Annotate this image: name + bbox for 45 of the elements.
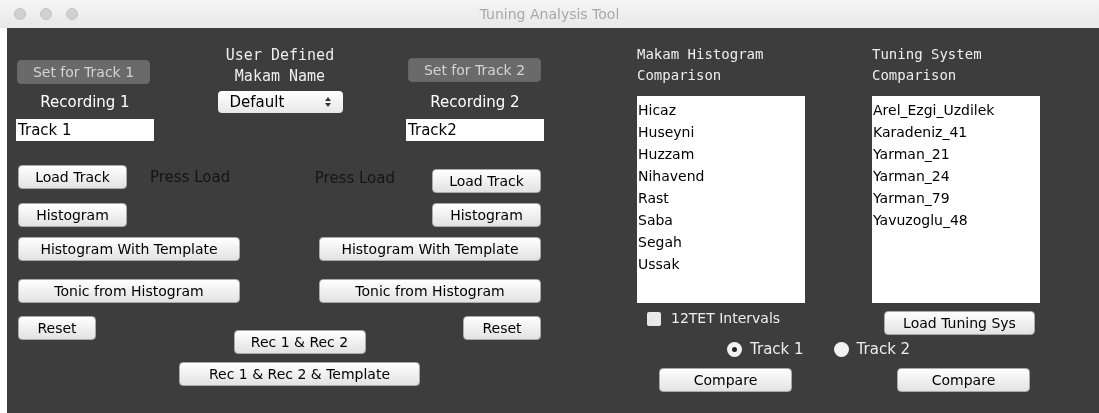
makam-name-heading: User Defined Makam Name (225, 45, 335, 87)
load-tuning-button[interactable]: Load Tuning Sys (884, 311, 1035, 335)
track-name-field[interactable]: Track 1 (16, 119, 154, 142)
list-item[interactable]: Rast (638, 187, 804, 209)
radio-label: Track 1 (750, 339, 804, 360)
compare-template-button[interactable]: Rec 1 & Rec 2 & Template (179, 362, 420, 386)
compare-recordings-button[interactable]: Rec 1 & Rec 2 (233, 330, 366, 354)
compare-button[interactable]: Compare (659, 367, 792, 392)
tuning-comparison-heading: Tuning System Comparison (872, 45, 983, 85)
histogram-template-button[interactable]: Histogram With Template (18, 237, 240, 261)
tonic-button[interactable]: Tonic from Histogram (18, 279, 240, 303)
list-item[interactable]: Ussak (638, 253, 804, 275)
list-item[interactable]: Yarman_21 (873, 143, 1039, 165)
list-item[interactable]: Yarman_24 (873, 165, 1039, 187)
histogram-template-button[interactable]: Histogram With Template (319, 237, 541, 261)
window-title: Tuning Analysis Tool (479, 4, 620, 24)
load-track-button[interactable]: Load Track (432, 169, 541, 193)
list-item[interactable]: Yavuzoglu_48 (873, 209, 1039, 231)
radio-button[interactable] (727, 341, 742, 357)
list-item[interactable]: Arel_Ezgi_Uzdilek (873, 99, 1039, 121)
list-item[interactable]: Segah (638, 231, 804, 253)
recording-label: Recording 1 (40, 93, 130, 111)
stepper-icon (324, 97, 331, 107)
tonic-button[interactable]: Tonic from Histogram (319, 279, 541, 303)
radio-label: Track 2 (856, 339, 911, 360)
list-item[interactable]: Karadeniz_41 (873, 121, 1039, 143)
load-track-button[interactable]: Load Track (18, 165, 127, 189)
radio-button[interactable] (833, 341, 849, 357)
histogram-button[interactable]: Histogram (18, 203, 127, 227)
list-item[interactable]: Yarman_79 (873, 187, 1039, 209)
list-item[interactable]: Saba (638, 209, 804, 231)
list-item[interactable]: Huseyni (638, 121, 804, 143)
list-item[interactable]: Huzzam (638, 143, 804, 165)
list-item[interactable]: Nihavend (638, 165, 804, 187)
reset-button[interactable]: Reset (463, 316, 541, 340)
reset-button[interactable]: Reset (18, 316, 96, 340)
histogram-button[interactable]: Histogram (432, 203, 541, 227)
makam-comparison-heading: Makam Histogram Comparison (637, 45, 765, 85)
checkbox[interactable] (647, 311, 661, 326)
track-name-field[interactable]: Track2 (406, 119, 544, 142)
list-item[interactable]: Hicaz (638, 99, 804, 121)
checkbox-label: 12TET Intervals (671, 309, 781, 328)
compare-button[interactable]: Compare (897, 367, 1030, 392)
makam-select[interactable]: Default (217, 91, 343, 113)
recording-label: Recording 2 (430, 93, 520, 111)
